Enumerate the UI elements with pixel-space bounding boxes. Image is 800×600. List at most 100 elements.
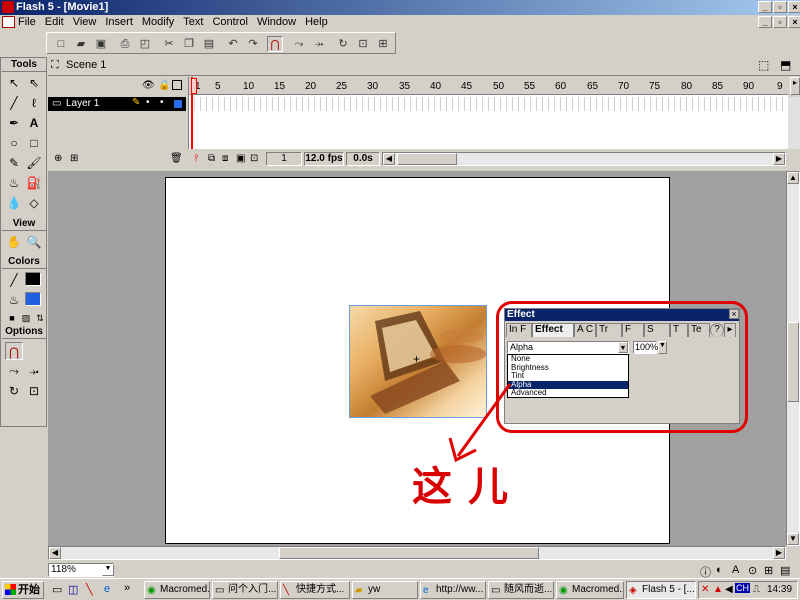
menu-modify[interactable]: Modify	[142, 16, 174, 28]
arrow-tool-icon[interactable]: ↖	[5, 74, 23, 92]
task-macromedia-1[interactable]: ◉ Macromed...	[144, 581, 210, 599]
launcher-library-icon[interactable]: ▤	[780, 564, 790, 577]
tray-volume-icon[interactable]: ◀	[725, 584, 733, 595]
quicklaunch-icon-1[interactable]: ◫	[68, 583, 78, 596]
straighten-option-icon[interactable]: ⤞	[25, 362, 43, 380]
subselect-tool-icon[interactable]: ⇖	[25, 74, 43, 92]
layer-name[interactable]: Layer 1	[66, 98, 99, 109]
eraser-tool-icon[interactable]: ◇	[25, 194, 43, 212]
quicklaunch-more[interactable]: »	[124, 582, 130, 594]
maximize-button[interactable]: ▫	[773, 1, 787, 13]
edit-multiple-icon[interactable]: ▣	[236, 153, 245, 164]
smooth-icon[interactable]: ⤳	[291, 36, 307, 52]
paste-icon[interactable]: ▤	[201, 36, 217, 52]
scroll-right-icon[interactable]: ▶	[773, 153, 785, 165]
playhead-handle[interactable]	[191, 78, 197, 94]
scroll-left-icon[interactable]: ◀	[383, 153, 395, 165]
layer-frames[interactable]	[189, 97, 788, 111]
tray-network-icon[interactable]: ⎍	[753, 584, 760, 595]
copy-icon[interactable]: ❐	[181, 36, 197, 52]
tray-app-icon[interactable]: ✕	[701, 584, 709, 595]
stage-vertical-scrollbar[interactable]: ▲ ▼	[786, 171, 800, 546]
align-icon[interactable]: ⊞	[375, 36, 391, 52]
minimize-button[interactable]: _	[758, 1, 772, 13]
layer-row[interactable]: ▭ Layer 1 ✎ • •	[48, 97, 186, 111]
straighten-icon[interactable]: ⤞	[311, 36, 327, 52]
ink-bottle-tool-icon[interactable]: ♨	[5, 174, 23, 192]
launcher-instance-icon[interactable]: ⊙	[748, 564, 757, 577]
edit-symbols-icon[interactable]: ⬚	[758, 58, 769, 72]
frame-rate-display[interactable]: 12.0 fps	[304, 152, 344, 166]
quicklaunch-icon-2[interactable]: ╲	[86, 583, 93, 596]
swap-colors-icon[interactable]: ⇅	[31, 309, 49, 327]
open-folder-icon[interactable]: ▰	[73, 36, 89, 52]
brush-tool-icon[interactable]: 🖌	[25, 154, 43, 172]
launcher-movie-explorer-icon[interactable]: ⊞	[764, 564, 773, 577]
center-frame-icon[interactable]: ⫯	[194, 153, 198, 164]
menu-window[interactable]: Window	[257, 16, 296, 28]
task-browser[interactable]: e http://ww...	[420, 581, 486, 599]
undo-icon[interactable]: ↶	[225, 36, 241, 52]
task-macromedia-2[interactable]: ◉ Macromed...	[556, 581, 624, 599]
zoom-tool-icon[interactable]: 🔍	[25, 233, 43, 251]
scroll-right-icon[interactable]: ▶	[773, 547, 785, 559]
stroke-color-swatch[interactable]	[25, 272, 41, 286]
new-file-icon[interactable]: □	[53, 36, 69, 52]
playhead[interactable]	[191, 77, 197, 149]
stage-hscroll-thumb[interactable]	[279, 547, 539, 559]
menu-help[interactable]: Help	[305, 16, 328, 28]
tray-antivirus-icon[interactable]: ▲	[713, 584, 723, 595]
pen-tool-icon[interactable]: ✒	[5, 114, 23, 132]
menu-view[interactable]: View	[73, 16, 97, 28]
show-desktop-icon[interactable]: ▭	[52, 583, 62, 596]
print-icon[interactable]: ⎙	[117, 36, 133, 52]
frame-ruler[interactable]: 1 5 10 15 20 25 30 35 40 45 50 55 60 65 …	[189, 77, 788, 95]
add-guide-icon[interactable]: ⊞	[70, 153, 78, 164]
scale-icon[interactable]: ⊡	[355, 36, 371, 52]
edit-scene-icon[interactable]: ⬒	[780, 58, 791, 72]
layer-outline-color[interactable]	[174, 100, 182, 108]
timeline-hscroll[interactable]: ◀ ▶	[382, 152, 786, 166]
task-suifeng[interactable]: ▭ 随风而逝...	[488, 581, 554, 599]
lasso-tool-icon[interactable]: ℓ	[25, 94, 43, 112]
document-icon[interactable]	[2, 16, 15, 28]
close-button[interactable]: ×	[788, 1, 800, 13]
cut-icon[interactable]: ✂	[161, 36, 177, 52]
task-shortcut[interactable]: ╲ 快捷方式...	[280, 581, 350, 599]
scale-option-icon[interactable]: ⊡	[25, 382, 43, 400]
pencil-tool-icon[interactable]: ✎	[5, 154, 23, 172]
onion-markers-icon[interactable]: ⊡	[250, 153, 258, 164]
menu-file[interactable]: File	[18, 16, 36, 28]
timeline-vscroll[interactable]	[788, 97, 800, 149]
layer-lock-dot[interactable]: •	[160, 97, 164, 108]
rotate-option-icon[interactable]: ↻	[5, 382, 23, 400]
oval-tool-icon[interactable]: ○	[5, 134, 23, 152]
ie-icon[interactable]: e	[104, 583, 110, 595]
snap-option-icon[interactable]: ⋂	[5, 342, 23, 360]
task-yw-folder[interactable]: ▰ yw	[352, 581, 418, 599]
dropper-tool-icon[interactable]: 💧	[5, 194, 23, 212]
smooth-option-icon[interactable]: ⤳	[5, 362, 23, 380]
launcher-character-icon[interactable]: A	[732, 564, 739, 576]
eye-icon[interactable]: 👁	[142, 80, 155, 91]
doc-close-button[interactable]: ×	[788, 16, 800, 28]
scroll-left-icon[interactable]: ◀	[49, 547, 61, 559]
redo-icon[interactable]: ↷	[245, 36, 261, 52]
trash-icon[interactable]: 🗑	[170, 153, 183, 164]
task-question[interactable]: ▭ 问个入门...	[212, 581, 278, 599]
doc-minimize-button[interactable]: _	[758, 16, 772, 28]
scroll-down-icon[interactable]: ▼	[787, 533, 799, 545]
print-preview-icon[interactable]: ◰	[137, 36, 153, 52]
frame-area[interactable]: 1 5 10 15 20 25 30 35 40 45 50 55 60 65 …	[188, 77, 788, 149]
taskbar-clock[interactable]: 14:39	[767, 584, 792, 595]
task-flash5-active[interactable]: ◈ Flash 5 - [...	[626, 581, 696, 599]
rotate-icon[interactable]: ↻	[335, 36, 351, 52]
paint-bucket-tool-icon[interactable]: ⛽	[25, 174, 43, 192]
menu-edit[interactable]: Edit	[45, 16, 64, 28]
line-tool-icon[interactable]: ╱	[5, 94, 23, 112]
onion-outline-icon[interactable]: ⧈	[222, 153, 228, 164]
lock-icon[interactable]: 🔒	[158, 80, 170, 91]
tray-ime-indicator[interactable]: CH	[735, 583, 750, 593]
onion-skin-icon[interactable]: ⧉	[208, 153, 215, 164]
menu-control[interactable]: Control	[212, 16, 247, 28]
